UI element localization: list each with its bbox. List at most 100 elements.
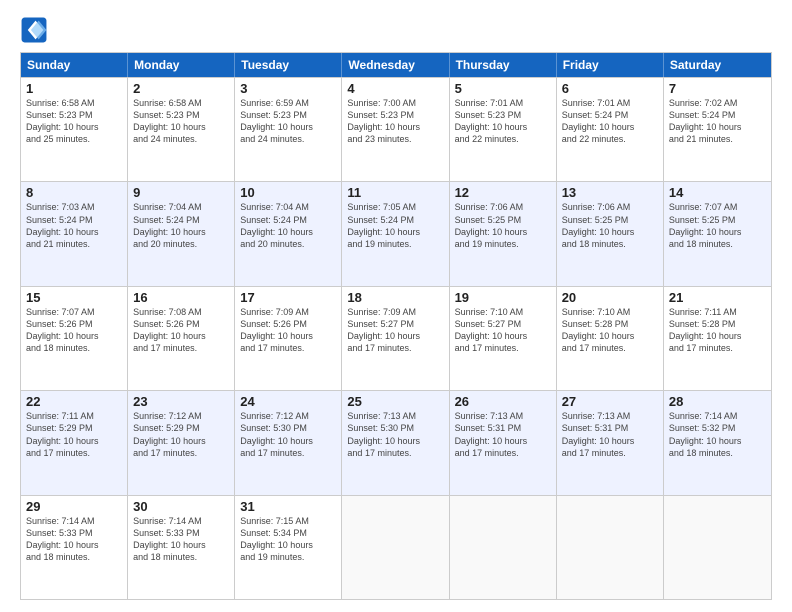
day-number: 13 bbox=[562, 185, 658, 200]
day-info: Sunrise: 7:10 AM Sunset: 5:27 PM Dayligh… bbox=[455, 306, 551, 355]
calendar-cell: 9Sunrise: 7:04 AM Sunset: 5:24 PM Daylig… bbox=[128, 182, 235, 285]
day-number: 14 bbox=[669, 185, 766, 200]
day-number: 22 bbox=[26, 394, 122, 409]
calendar-week: 8Sunrise: 7:03 AM Sunset: 5:24 PM Daylig… bbox=[21, 181, 771, 285]
day-number: 20 bbox=[562, 290, 658, 305]
calendar-header-cell: Friday bbox=[557, 53, 664, 77]
calendar-week: 1Sunrise: 6:58 AM Sunset: 5:23 PM Daylig… bbox=[21, 77, 771, 181]
calendar-cell bbox=[664, 496, 771, 599]
day-info: Sunrise: 7:07 AM Sunset: 5:26 PM Dayligh… bbox=[26, 306, 122, 355]
logo-icon bbox=[20, 16, 48, 44]
day-info: Sunrise: 7:11 AM Sunset: 5:28 PM Dayligh… bbox=[669, 306, 766, 355]
page: SundayMondayTuesdayWednesdayThursdayFrid… bbox=[0, 0, 792, 612]
calendar-header-cell: Thursday bbox=[450, 53, 557, 77]
day-info: Sunrise: 7:01 AM Sunset: 5:23 PM Dayligh… bbox=[455, 97, 551, 146]
calendar-cell: 5Sunrise: 7:01 AM Sunset: 5:23 PM Daylig… bbox=[450, 78, 557, 181]
day-number: 4 bbox=[347, 81, 443, 96]
day-info: Sunrise: 7:09 AM Sunset: 5:26 PM Dayligh… bbox=[240, 306, 336, 355]
calendar-cell: 20Sunrise: 7:10 AM Sunset: 5:28 PM Dayli… bbox=[557, 287, 664, 390]
calendar-cell: 1Sunrise: 6:58 AM Sunset: 5:23 PM Daylig… bbox=[21, 78, 128, 181]
day-info: Sunrise: 7:14 AM Sunset: 5:33 PM Dayligh… bbox=[26, 515, 122, 564]
calendar-cell: 27Sunrise: 7:13 AM Sunset: 5:31 PM Dayli… bbox=[557, 391, 664, 494]
calendar-cell: 21Sunrise: 7:11 AM Sunset: 5:28 PM Dayli… bbox=[664, 287, 771, 390]
calendar-cell: 18Sunrise: 7:09 AM Sunset: 5:27 PM Dayli… bbox=[342, 287, 449, 390]
calendar-cell: 14Sunrise: 7:07 AM Sunset: 5:25 PM Dayli… bbox=[664, 182, 771, 285]
calendar-cell bbox=[557, 496, 664, 599]
calendar-cell: 13Sunrise: 7:06 AM Sunset: 5:25 PM Dayli… bbox=[557, 182, 664, 285]
day-number: 8 bbox=[26, 185, 122, 200]
day-info: Sunrise: 7:11 AM Sunset: 5:29 PM Dayligh… bbox=[26, 410, 122, 459]
day-number: 27 bbox=[562, 394, 658, 409]
day-info: Sunrise: 7:03 AM Sunset: 5:24 PM Dayligh… bbox=[26, 201, 122, 250]
day-number: 19 bbox=[455, 290, 551, 305]
calendar-header-row: SundayMondayTuesdayWednesdayThursdayFrid… bbox=[21, 53, 771, 77]
day-number: 16 bbox=[133, 290, 229, 305]
calendar-cell: 8Sunrise: 7:03 AM Sunset: 5:24 PM Daylig… bbox=[21, 182, 128, 285]
calendar-cell: 2Sunrise: 6:58 AM Sunset: 5:23 PM Daylig… bbox=[128, 78, 235, 181]
calendar-cell: 15Sunrise: 7:07 AM Sunset: 5:26 PM Dayli… bbox=[21, 287, 128, 390]
calendar-cell: 26Sunrise: 7:13 AM Sunset: 5:31 PM Dayli… bbox=[450, 391, 557, 494]
day-number: 21 bbox=[669, 290, 766, 305]
calendar: SundayMondayTuesdayWednesdayThursdayFrid… bbox=[20, 52, 772, 600]
day-info: Sunrise: 7:06 AM Sunset: 5:25 PM Dayligh… bbox=[455, 201, 551, 250]
day-number: 11 bbox=[347, 185, 443, 200]
day-info: Sunrise: 6:58 AM Sunset: 5:23 PM Dayligh… bbox=[26, 97, 122, 146]
day-number: 17 bbox=[240, 290, 336, 305]
day-info: Sunrise: 7:12 AM Sunset: 5:29 PM Dayligh… bbox=[133, 410, 229, 459]
calendar-header-cell: Monday bbox=[128, 53, 235, 77]
day-number: 7 bbox=[669, 81, 766, 96]
day-number: 3 bbox=[240, 81, 336, 96]
day-number: 15 bbox=[26, 290, 122, 305]
calendar-cell: 25Sunrise: 7:13 AM Sunset: 5:30 PM Dayli… bbox=[342, 391, 449, 494]
day-number: 2 bbox=[133, 81, 229, 96]
calendar-week: 22Sunrise: 7:11 AM Sunset: 5:29 PM Dayli… bbox=[21, 390, 771, 494]
calendar-week: 29Sunrise: 7:14 AM Sunset: 5:33 PM Dayli… bbox=[21, 495, 771, 599]
day-number: 28 bbox=[669, 394, 766, 409]
calendar-header-cell: Tuesday bbox=[235, 53, 342, 77]
day-info: Sunrise: 7:13 AM Sunset: 5:31 PM Dayligh… bbox=[455, 410, 551, 459]
calendar-cell: 11Sunrise: 7:05 AM Sunset: 5:24 PM Dayli… bbox=[342, 182, 449, 285]
calendar-header-cell: Saturday bbox=[664, 53, 771, 77]
day-info: Sunrise: 6:58 AM Sunset: 5:23 PM Dayligh… bbox=[133, 97, 229, 146]
calendar-cell: 4Sunrise: 7:00 AM Sunset: 5:23 PM Daylig… bbox=[342, 78, 449, 181]
calendar-cell: 19Sunrise: 7:10 AM Sunset: 5:27 PM Dayli… bbox=[450, 287, 557, 390]
calendar-cell: 6Sunrise: 7:01 AM Sunset: 5:24 PM Daylig… bbox=[557, 78, 664, 181]
day-number: 10 bbox=[240, 185, 336, 200]
day-info: Sunrise: 7:15 AM Sunset: 5:34 PM Dayligh… bbox=[240, 515, 336, 564]
day-info: Sunrise: 7:08 AM Sunset: 5:26 PM Dayligh… bbox=[133, 306, 229, 355]
day-number: 23 bbox=[133, 394, 229, 409]
calendar-cell: 30Sunrise: 7:14 AM Sunset: 5:33 PM Dayli… bbox=[128, 496, 235, 599]
calendar-header-cell: Sunday bbox=[21, 53, 128, 77]
calendar-cell: 24Sunrise: 7:12 AM Sunset: 5:30 PM Dayli… bbox=[235, 391, 342, 494]
day-info: Sunrise: 7:04 AM Sunset: 5:24 PM Dayligh… bbox=[240, 201, 336, 250]
calendar-cell bbox=[450, 496, 557, 599]
day-info: Sunrise: 7:00 AM Sunset: 5:23 PM Dayligh… bbox=[347, 97, 443, 146]
day-info: Sunrise: 7:14 AM Sunset: 5:33 PM Dayligh… bbox=[133, 515, 229, 564]
calendar-cell: 31Sunrise: 7:15 AM Sunset: 5:34 PM Dayli… bbox=[235, 496, 342, 599]
day-number: 6 bbox=[562, 81, 658, 96]
day-info: Sunrise: 7:01 AM Sunset: 5:24 PM Dayligh… bbox=[562, 97, 658, 146]
calendar-cell bbox=[342, 496, 449, 599]
logo bbox=[20, 16, 52, 44]
day-number: 5 bbox=[455, 81, 551, 96]
calendar-cell: 7Sunrise: 7:02 AM Sunset: 5:24 PM Daylig… bbox=[664, 78, 771, 181]
day-info: Sunrise: 7:05 AM Sunset: 5:24 PM Dayligh… bbox=[347, 201, 443, 250]
calendar-cell: 10Sunrise: 7:04 AM Sunset: 5:24 PM Dayli… bbox=[235, 182, 342, 285]
day-info: Sunrise: 7:09 AM Sunset: 5:27 PM Dayligh… bbox=[347, 306, 443, 355]
day-number: 24 bbox=[240, 394, 336, 409]
day-info: Sunrise: 7:06 AM Sunset: 5:25 PM Dayligh… bbox=[562, 201, 658, 250]
calendar-cell: 29Sunrise: 7:14 AM Sunset: 5:33 PM Dayli… bbox=[21, 496, 128, 599]
day-number: 1 bbox=[26, 81, 122, 96]
day-info: Sunrise: 7:13 AM Sunset: 5:30 PM Dayligh… bbox=[347, 410, 443, 459]
calendar-cell: 28Sunrise: 7:14 AM Sunset: 5:32 PM Dayli… bbox=[664, 391, 771, 494]
calendar-cell: 17Sunrise: 7:09 AM Sunset: 5:26 PM Dayli… bbox=[235, 287, 342, 390]
day-number: 29 bbox=[26, 499, 122, 514]
day-info: Sunrise: 7:12 AM Sunset: 5:30 PM Dayligh… bbox=[240, 410, 336, 459]
day-number: 18 bbox=[347, 290, 443, 305]
header bbox=[20, 16, 772, 44]
calendar-header-cell: Wednesday bbox=[342, 53, 449, 77]
calendar-cell: 3Sunrise: 6:59 AM Sunset: 5:23 PM Daylig… bbox=[235, 78, 342, 181]
day-number: 26 bbox=[455, 394, 551, 409]
day-info: Sunrise: 7:13 AM Sunset: 5:31 PM Dayligh… bbox=[562, 410, 658, 459]
calendar-body: 1Sunrise: 6:58 AM Sunset: 5:23 PM Daylig… bbox=[21, 77, 771, 599]
